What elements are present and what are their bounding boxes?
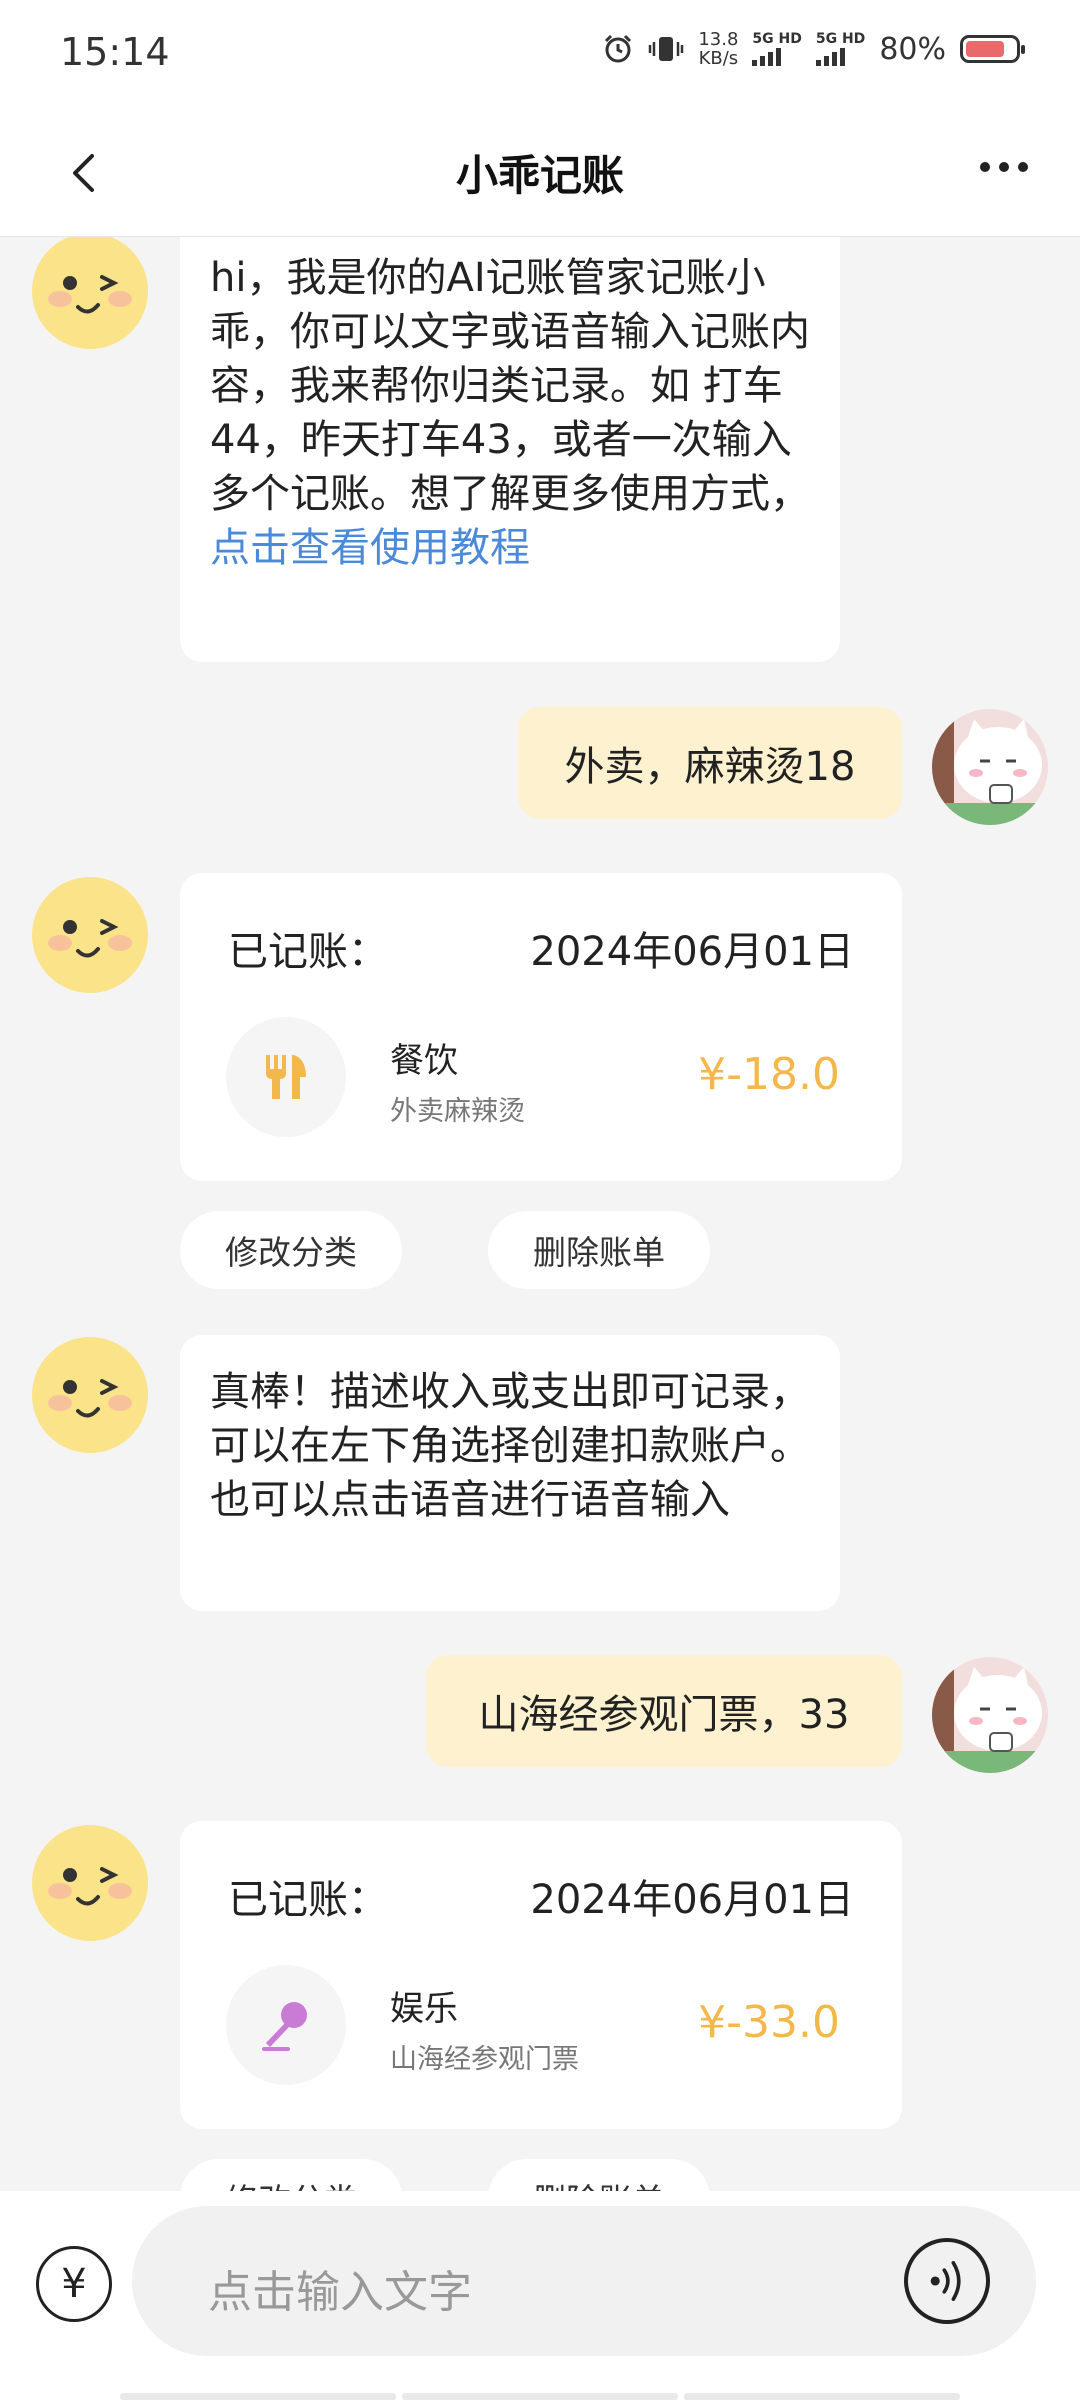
user-message-bubble: 外卖，麻辣烫18 [518, 707, 902, 819]
fork-knife-icon [266, 1055, 306, 1099]
record-card-header: 已记账： 2024年06月01日 [228, 919, 854, 977]
battery-percent: 80% [879, 31, 946, 67]
user-avatar-cat-icon [932, 709, 1048, 825]
record-amount: ¥-18.0 [698, 1049, 840, 1100]
category-icon-circle [226, 1965, 346, 2085]
category-name: 餐饮 [390, 1041, 458, 1081]
vibrate-icon [649, 37, 684, 61]
network-speed: 13.8 KB/s [698, 29, 739, 69]
signal-bars-icon [752, 48, 801, 66]
bot-tip-text: 真棒！描述收入或支出即可记录，可以在左下角选择创建扣款账户。也可以点击语音进行语… [210, 1369, 810, 1523]
text-input-field[interactable]: 点击输入文字 [132, 2206, 1036, 2356]
input-placeholder: 点击输入文字 [208, 2267, 472, 2318]
signal-bars-icon [815, 48, 865, 66]
input-bar: ¥ 点击输入文字 [0, 2191, 1080, 2400]
record-amount: ¥-33.0 [698, 1997, 840, 2048]
tutorial-link[interactable]: 点击查看使用教程 [210, 525, 530, 571]
category-name: 娱乐 [390, 1989, 458, 2029]
record-card[interactable]: 已记账： 2024年06月01日 餐饮 外卖麻辣烫 ¥-18.0 [180, 873, 902, 1181]
delete-bill-button[interactable]: 删除账单 [488, 2159, 710, 2191]
page-title: 小乖记账 [455, 151, 624, 200]
alarm-icon [605, 34, 632, 63]
delete-bill-button[interactable]: 删除账单 [488, 1211, 710, 1289]
keyboard-hint-strip [120, 2393, 960, 2400]
signal-1: 5G HD [752, 32, 802, 66]
bot-avatar-wink-icon [32, 1825, 148, 1941]
recorded-label: 已记账： [228, 929, 388, 975]
voice-input-icon[interactable] [904, 2238, 990, 2324]
bot-tip-bubble: 真棒！描述收入或支出即可记录，可以在左下角选择创建扣款账户。也可以点击语音进行语… [180, 1335, 840, 1611]
record-note: 外卖麻辣烫 [390, 1096, 525, 1127]
battery-icon [960, 35, 1025, 63]
status-icons: 13.8 KB/s 5G HD 5G HD 80% [602, 29, 1025, 69]
record-note: 山海经参观门票 [390, 2044, 579, 2075]
bot-avatar-wink-icon [32, 1337, 148, 1453]
bot-avatar-wink-icon [32, 877, 148, 993]
status-bar: 15:14 13.8 KB/s 5G HD 5G HD 80% [0, 0, 1080, 112]
record-card-header: 已记账： 2024年06月01日 [228, 1867, 854, 1925]
status-time: 15:14 [60, 30, 170, 74]
bot-avatar-wink-icon [32, 237, 148, 349]
record-date: 2024年06月01日 [530, 929, 854, 975]
user-avatar-cat-icon [932, 1657, 1048, 1773]
account-select-button[interactable]: ¥ [36, 2246, 112, 2322]
microphone-icon [262, 2002, 307, 2051]
bot-intro-text: hi，我是你的AI记账管家记账小乖，你可以文字或语音输入记账内容，我来帮你归类记… [210, 255, 810, 517]
user-message-bubble: 山海经参观门票，33 [426, 1655, 902, 1767]
record-date: 2024年06月01日 [530, 1877, 854, 1923]
top-app-bar: 小乖记账 [0, 112, 1080, 237]
edit-category-button[interactable]: 修改分类 [180, 1211, 402, 1289]
bot-intro-bubble: hi，我是你的AI记账管家记账小乖，你可以文字或语音输入记账内容，我来帮你归类记… [180, 237, 840, 662]
record-card[interactable]: 已记账： 2024年06月01日 娱乐 山海经参观门票 ¥-33.0 [180, 1821, 902, 2129]
chat-list[interactable]: hi，我是你的AI记账管家记账小乖，你可以文字或语音输入记账内容，我来帮你归类记… [0, 237, 1080, 2191]
recorded-label: 已记账： [228, 1877, 388, 1923]
more-options-icon[interactable] [980, 162, 1028, 172]
signal-2: 5G HD [815, 32, 865, 66]
category-icon-circle [226, 1017, 346, 1137]
edit-category-button[interactable]: 修改分类 [180, 2159, 402, 2191]
